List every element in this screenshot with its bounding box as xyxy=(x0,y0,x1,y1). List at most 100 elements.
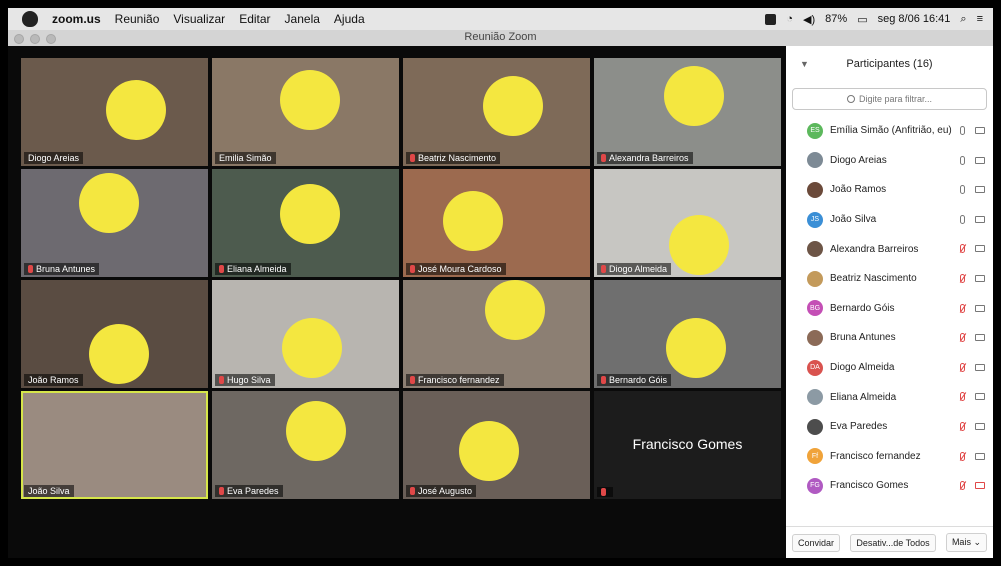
video-name-text: Bernardo Góis xyxy=(609,375,668,385)
microphone-muted-icon[interactable] xyxy=(960,481,965,491)
video-tile[interactable]: Eva Paredes xyxy=(212,391,399,499)
apple-icon[interactable] xyxy=(22,11,38,27)
participant-row[interactable]: Eliana Almeida xyxy=(786,382,993,412)
video-name-label: João Ramos xyxy=(24,374,83,386)
participant-row[interactable]: Hugo Silva xyxy=(786,501,993,508)
battery-percent[interactable]: 87% xyxy=(825,13,847,25)
participant-row[interactable]: BG Bernardo Góis xyxy=(786,294,993,324)
avatar: DA xyxy=(807,359,823,376)
video-camera-icon[interactable] xyxy=(975,363,985,371)
microphone-muted-icon[interactable] xyxy=(960,303,965,313)
menu-reuniao[interactable]: Reunião xyxy=(115,12,160,26)
avatar-initials: JS xyxy=(810,216,820,224)
video-name-text: João Silva xyxy=(28,486,70,496)
video-camera-icon[interactable] xyxy=(975,215,985,223)
video-tile[interactable]: Bernardo Góis xyxy=(594,280,781,388)
video-camera-icon[interactable] xyxy=(975,156,985,164)
microphone-muted-icon[interactable] xyxy=(960,392,965,402)
participant-row[interactable]: Alexandra Barreiros xyxy=(786,234,993,264)
participant-row[interactable]: Beatriz Nascimento xyxy=(786,264,993,294)
video-camera-icon[interactable] xyxy=(975,334,985,342)
video-tile[interactable]: João Silva xyxy=(21,391,208,499)
video-tile[interactable]: Francisco Gomes xyxy=(594,391,781,499)
menu-janela[interactable]: Janela xyxy=(285,12,320,26)
microphone-muted-icon[interactable] xyxy=(960,362,965,372)
microphone-muted-icon[interactable] xyxy=(960,451,965,461)
video-tile[interactable]: José Moura Cardoso xyxy=(403,169,590,277)
more-button[interactable]: Mais ⌄ xyxy=(945,533,987,552)
video-tile[interactable]: Beatriz Nascimento xyxy=(403,58,590,166)
menu-app-name[interactable]: zoom.us xyxy=(52,12,101,26)
participants-search-input[interactable]: Digite para filtrar... xyxy=(792,88,987,110)
participant-row[interactable]: Diogo Areias xyxy=(786,146,993,176)
video-tile[interactable]: João Ramos xyxy=(21,280,208,388)
clock[interactable]: seg 8/06 16:41 xyxy=(878,13,951,25)
menu-ajuda[interactable]: Ajuda xyxy=(334,12,365,26)
avatar xyxy=(807,418,823,435)
mic-muted-icon xyxy=(219,376,224,384)
video-camera-icon[interactable] xyxy=(975,452,985,460)
participant-row[interactable]: Bruna Antunes xyxy=(786,323,993,353)
video-name-label: Alexandra Barreiros xyxy=(597,152,693,164)
video-tile[interactable]: Francisco fernandez xyxy=(403,280,590,388)
microphone-icon[interactable] xyxy=(960,155,965,165)
video-camera-icon[interactable] xyxy=(975,245,985,253)
mic-muted-icon xyxy=(601,154,606,162)
microphone-muted-icon[interactable] xyxy=(960,244,965,254)
participant-row[interactable]: João Ramos xyxy=(786,175,993,205)
participant-row[interactable]: JS João Silva xyxy=(786,205,993,235)
mic-muted-icon xyxy=(219,265,224,273)
mic-muted-icon xyxy=(410,376,415,384)
video-camera-icon[interactable] xyxy=(975,186,985,194)
video-tile[interactable]: Emilia Simão xyxy=(212,58,399,166)
invite-button[interactable]: Convidar xyxy=(792,533,841,552)
participants-list[interactable]: ES Emília Simão (Anfitrião, eu) Diogo Arei… xyxy=(786,116,993,508)
participant-name: Diogo Almeida xyxy=(830,362,895,374)
microphone-icon[interactable] xyxy=(960,126,965,135)
participant-name: Eliana Almeida xyxy=(830,391,897,403)
menu-editar[interactable]: Editar xyxy=(239,12,270,26)
video-off-icon[interactable] xyxy=(975,482,985,490)
video-camera-icon[interactable] xyxy=(975,127,985,134)
video-tile[interactable]: Eliana Almeida xyxy=(212,169,399,277)
video-camera-icon[interactable] xyxy=(975,393,985,401)
video-name-label: Diogo Areias xyxy=(24,152,84,164)
collapse-chevron-icon[interactable]: ▼ xyxy=(800,59,809,69)
participant-row[interactable]: FG Francisco Gomes xyxy=(786,471,993,501)
microphone-icon[interactable] xyxy=(960,214,965,224)
video-tile[interactable]: Diogo Areias xyxy=(21,58,208,166)
participant-row[interactable]: ES Emília Simão (Anfitrião, eu) xyxy=(786,116,993,146)
participant-row[interactable]: Eva Paredes xyxy=(786,412,993,442)
window-titlebar: Reunião Zoom xyxy=(8,30,993,47)
microphone-muted-icon[interactable] xyxy=(960,273,965,283)
wifi-icon[interactable]: ◔ xyxy=(786,13,793,25)
face-blur-overlay xyxy=(79,173,139,233)
participants-header: ▼ Participantes (16) xyxy=(786,46,993,82)
menu-visualizar[interactable]: Visualizar xyxy=(173,12,225,26)
microphone-icon[interactable] xyxy=(960,185,965,195)
video-camera-icon[interactable] xyxy=(975,304,985,312)
face-blur-overlay xyxy=(280,70,340,130)
participant-row[interactable]: Ff Francisco fernandez xyxy=(786,442,993,472)
video-camera-icon[interactable] xyxy=(975,274,985,282)
video-tile[interactable]: Alexandra Barreiros xyxy=(594,58,781,166)
video-tile[interactable]: Diogo Almeida xyxy=(594,169,781,277)
video-tile[interactable]: José Augusto xyxy=(403,391,590,499)
video-name-text: Emilia Simão xyxy=(219,153,272,163)
participant-row[interactable]: DA Diogo Almeida xyxy=(786,353,993,383)
video-name-text: Francisco fernandez xyxy=(418,375,500,385)
notification-center-icon[interactable]: ≡ xyxy=(977,13,983,25)
spotlight-search-icon[interactable]: ⌕ xyxy=(960,13,966,26)
mute-all-button[interactable]: Desativ...de Todos xyxy=(850,533,936,552)
video-tile[interactable]: Hugo Silva xyxy=(212,280,399,388)
microphone-muted-icon[interactable] xyxy=(960,421,965,431)
mic-muted-icon xyxy=(601,376,606,384)
avatar: JS xyxy=(807,211,823,228)
mic-muted-icon xyxy=(410,154,415,162)
video-camera-icon[interactable] xyxy=(975,422,985,430)
face-blur-overlay xyxy=(669,215,729,275)
zoom-status-icon[interactable] xyxy=(765,13,777,25)
video-tile[interactable]: Bruna Antunes xyxy=(21,169,208,277)
volume-icon[interactable]: ◀) xyxy=(803,13,815,26)
microphone-muted-icon[interactable] xyxy=(960,333,965,343)
